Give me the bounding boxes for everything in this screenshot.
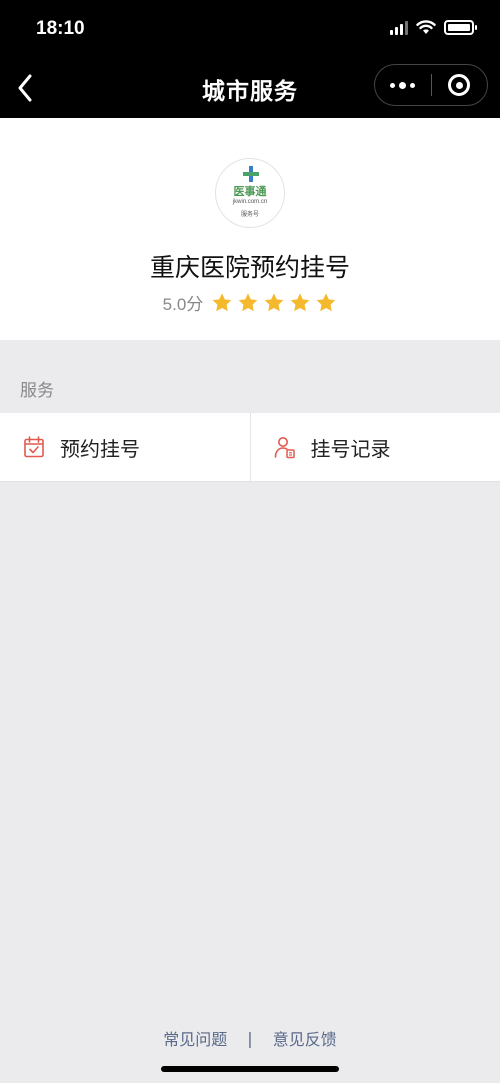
status-icons — [390, 20, 477, 35]
mini-program-capsule — [374, 64, 488, 106]
close-button[interactable] — [432, 65, 488, 105]
status-time: 18:10 — [36, 18, 85, 39]
more-dots-icon — [390, 82, 396, 88]
cellular-signal-icon — [390, 20, 408, 35]
service-item-records[interactable]: 挂号记录 — [249, 413, 500, 481]
battery-icon — [444, 20, 477, 35]
service-profile-card: 医事通 jkwin.com.cn 服务号 重庆医院预约挂号 5.0分 — [0, 118, 500, 340]
logo-url: jkwin.com.cn — [232, 199, 268, 205]
footer-divider: | — [247, 1028, 253, 1048]
wifi-icon — [416, 20, 436, 34]
section-label-services: 服务 — [20, 381, 54, 401]
star-icon — [264, 292, 284, 311]
service-logo: 医事通 jkwin.com.cn 服务号 — [215, 158, 285, 228]
star-rating — [211, 292, 337, 314]
star-icon — [238, 292, 258, 311]
rating: 5.0分 — [0, 290, 500, 315]
top-bar: 18:10 城市服务 — [0, 0, 500, 118]
more-button[interactable] — [375, 65, 431, 105]
star-icon — [316, 292, 336, 311]
rating-score: 5.0分 — [162, 295, 204, 314]
services-grid: 预约挂号 挂号记录 — [0, 413, 500, 482]
user-record-icon — [274, 437, 295, 459]
close-circle-icon — [448, 74, 471, 96]
logo-text: 医事通 — [233, 185, 267, 198]
logo-subtitle: 服务号 — [240, 211, 259, 218]
footer: 常见问题 | 意见反馈 — [0, 1026, 500, 1050]
feedback-link[interactable]: 意见反馈 — [273, 1026, 337, 1050]
medical-cross-icon — [243, 166, 259, 182]
star-icon — [212, 292, 232, 311]
faq-link[interactable]: 常见问题 — [163, 1026, 227, 1050]
service-label-records: 挂号记录 — [310, 436, 391, 461]
home-indicator[interactable] — [161, 1066, 339, 1072]
service-name: 重庆医院预约挂号 — [149, 253, 350, 282]
service-label-appointment: 预约挂号 — [60, 436, 140, 461]
service-item-appointment[interactable]: 预约挂号 — [0, 413, 250, 481]
star-icon — [290, 292, 310, 311]
calendar-check-icon — [24, 436, 44, 458]
